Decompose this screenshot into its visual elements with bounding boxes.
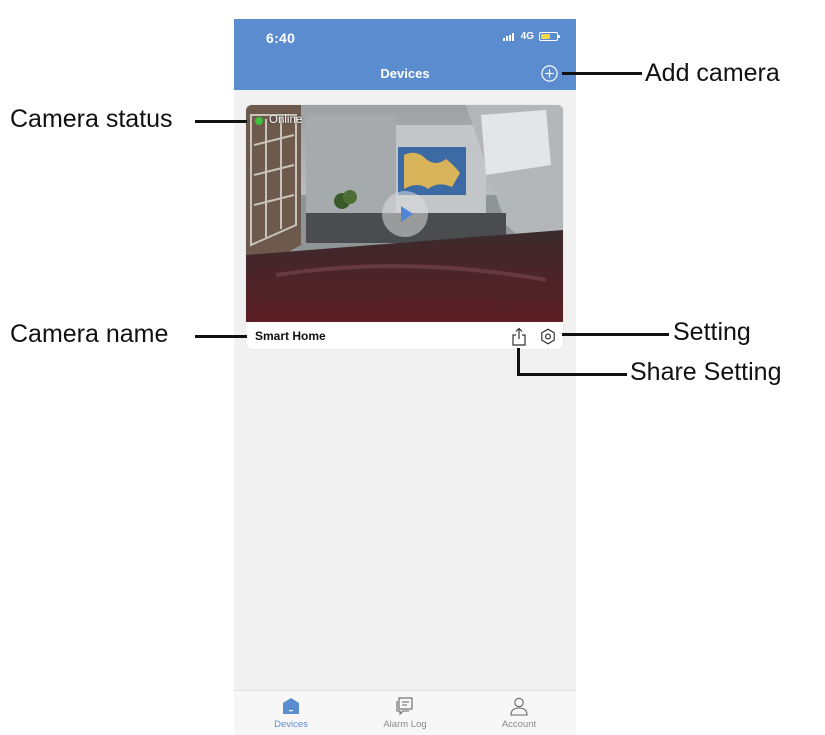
share-setting-annotation: Share Setting (630, 358, 782, 386)
status-indicator-dot (255, 117, 263, 125)
signal-icon (502, 32, 516, 41)
play-button[interactable] (382, 191, 428, 237)
tab-label: Devices (274, 719, 308, 730)
tab-alarm-log[interactable]: Alarm Log (348, 691, 462, 735)
status-time: 6:40 (266, 30, 296, 46)
camera-name-annotation: Camera name (10, 320, 169, 348)
tab-account[interactable]: Account (462, 691, 576, 735)
add-camera-annotation: Add camera (645, 59, 780, 87)
tab-bar: Devices Alarm Log Account (234, 690, 576, 735)
camera-status-pointer (195, 120, 247, 123)
page-title: Devices (380, 66, 430, 81)
setting-annotation: Setting (673, 318, 751, 346)
camera-status-label: Online (269, 114, 303, 126)
setting-button[interactable] (540, 328, 556, 345)
share-setting-pointer-horizontal (517, 373, 627, 376)
add-camera-button[interactable] (541, 65, 558, 82)
nav-bar: Devices (234, 63, 576, 90)
status-indicators: 4G (502, 31, 560, 42)
status-bar: 6:40 4G (234, 19, 576, 63)
add-camera-pointer (562, 72, 642, 75)
camera-name-pointer (195, 335, 247, 338)
tab-devices[interactable]: Devices (234, 691, 348, 735)
play-icon (401, 206, 413, 222)
camera-status-annotation: Camera status (10, 105, 173, 133)
camera-preview[interactable]: Online (246, 105, 563, 322)
share-setting-pointer-vertical (517, 348, 520, 376)
camera-card[interactable]: Online Smart Home (246, 105, 563, 349)
phone-screen: 6:40 4G Devices Online Smart Home Device… (234, 19, 576, 735)
battery-icon (539, 32, 560, 41)
camera-name-label: Smart Home (255, 329, 326, 343)
share-setting-button[interactable] (511, 327, 527, 346)
user-icon (510, 697, 528, 716)
tab-label: Account (501, 719, 537, 730)
home-icon (283, 698, 299, 714)
network-label: 4G (520, 31, 534, 42)
tab-label: Alarm Log (383, 719, 427, 730)
message-icon (396, 697, 413, 716)
setting-pointer (562, 333, 669, 336)
